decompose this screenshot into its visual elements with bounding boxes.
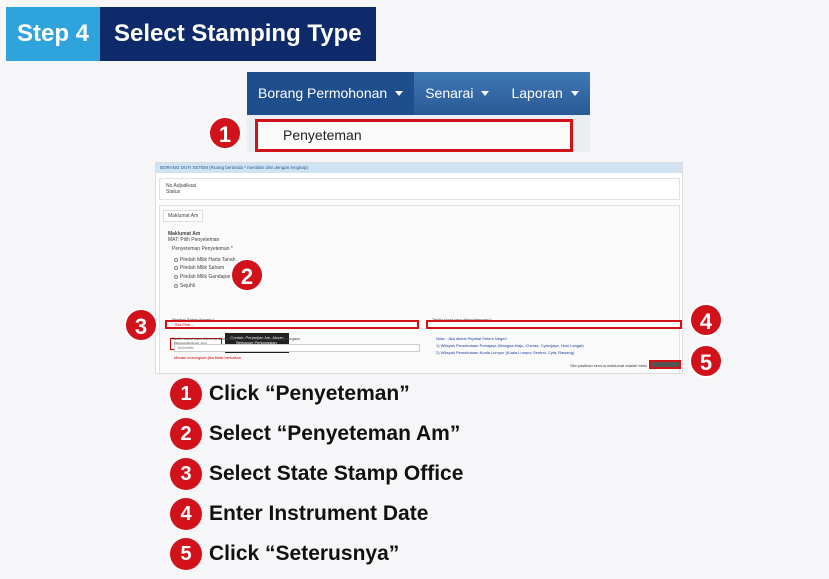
info-line-1: Nota : Jika dikhai Pejabat Setem Negeri (436, 336, 507, 341)
step-number: 1 (170, 378, 202, 410)
option-harta-tanah[interactable]: Pindah Milik Harta Tanah (174, 257, 236, 263)
menu-label: Laporan (511, 85, 563, 101)
menu-screenshot: Borang Permohonan Senarai Laporan Penyet… (247, 72, 590, 152)
step-text: Select “Penyeteman Am” (209, 422, 461, 445)
callout-badge-1: 1 (208, 116, 242, 150)
step-item: 5 Click “Seterusnya” (170, 538, 399, 570)
radio-icon (174, 257, 178, 262)
menu-laporan[interactable]: Laporan (500, 72, 589, 115)
footer-text: Sila pastikan semua maklumat adalah betu… (570, 363, 648, 368)
option-gandaparan[interactable]: Pindah Milik Gandaparan (174, 274, 236, 280)
tab-maklumat-am[interactable]: Maklumat Am (163, 210, 203, 222)
type-label: MAT: Pilih Penyeteman (168, 237, 220, 243)
menu-borang-permohonan[interactable]: Borang Permohonan (247, 72, 415, 115)
menu-senarai[interactable]: Senarai (414, 72, 500, 115)
radio-icon (174, 283, 178, 288)
step-text: Click “Seterusnya” (209, 542, 400, 565)
status-label: Status (166, 189, 181, 195)
dropdown-item-penyeteman[interactable]: Penyeteman (255, 119, 573, 152)
menu-bar: Borang Permohonan Senarai Laporan (247, 72, 590, 115)
step-text: Click “Penyeteman” (209, 382, 410, 405)
seterusnya-button[interactable] (649, 360, 681, 369)
info-line-2: 1) Wilayah Persekutuan Putrajaya (Wangsa… (436, 343, 584, 348)
option-sejuhli[interactable]: Sejuhli (174, 283, 195, 289)
stamp-type-label: Penyeteman Penyeteman * (172, 246, 233, 252)
instrument-date-select[interactable] (426, 320, 682, 329)
chevron-down-icon (570, 91, 579, 96)
step-title: Select Stamping Type (100, 7, 376, 61)
radio-icon (174, 274, 178, 279)
step-item: 2 Select “Penyeteman Am” (170, 418, 460, 450)
menu-label: Senarai (425, 85, 474, 101)
instrument-date-field[interactable]: hh/bb/tttt (174, 344, 420, 352)
note-text: Medan kosongkan jika tidak berkaitan (174, 355, 241, 360)
chevron-down-icon (395, 91, 404, 96)
form-top-title: BORANG DUTI SETEM (Ruang bertanda * mest… (156, 163, 682, 173)
step-number: 2 (170, 418, 202, 450)
step-item: 4 Enter Instrument Date (170, 498, 428, 530)
option-label: Pindah Milik Harta Tanah (180, 257, 236, 263)
menu-label: Borang Permohonan (258, 85, 388, 101)
step-number: 4 (170, 498, 202, 530)
callout-badge-5: 5 (689, 344, 723, 378)
step-text: Select State Stamp Office (209, 462, 464, 485)
step-text: Enter Instrument Date (209, 502, 429, 525)
step-label: Step 4 (6, 7, 101, 61)
form-ref-box: No Adjudikasi Status (159, 178, 680, 200)
callout-badge-3: 3 (124, 308, 158, 342)
instrument-label: Tarikh surat cara diterima di tawarnya, … (172, 336, 300, 341)
option-label: Pindah Milik Saham (180, 265, 225, 271)
callout-badge-4: 4 (689, 303, 723, 337)
step-number: 5 (170, 538, 202, 570)
option-label: Sejuhli (180, 283, 196, 289)
info-line-3: 2) Wilayah Persekutuan Kuala Lumpur (Kua… (436, 350, 575, 355)
step-number: 3 (170, 458, 202, 490)
radio-icon (174, 265, 178, 270)
step-header: Step 4 Select Stamping Type (6, 7, 376, 61)
step-item: 3 Select State Stamp Office (170, 458, 463, 490)
step-item: 1 Click “Penyeteman” (170, 378, 410, 410)
option-saham[interactable]: Pindah Milik Saham (174, 265, 224, 271)
state-office-select[interactable]: -- Sila Pilih -- (165, 320, 419, 329)
callout-badge-2: 2 (230, 258, 264, 292)
chevron-down-icon (481, 91, 490, 96)
option-label: Pindah Milik Gandaparan (180, 274, 237, 280)
